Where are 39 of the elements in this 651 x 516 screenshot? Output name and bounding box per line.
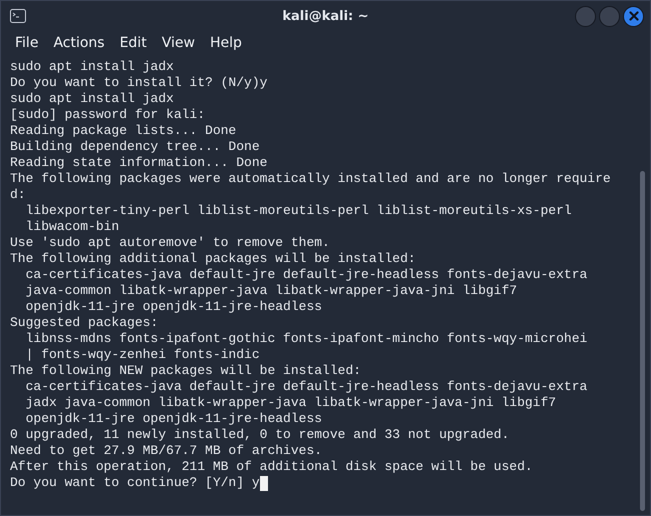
terminal-line: ca-certificates-java default-jre default-jre-headless fonts-dejavu-extra	[24, 267, 588, 283]
terminal-line: sudo apt install jadx	[10, 91, 175, 107]
menu-item[interactable]: File	[9, 35, 44, 51]
terminal-line: [sudo] password for kali:	[10, 107, 206, 123]
terminal-icon	[10, 9, 26, 23]
window-title: kali@kali: ~	[282, 8, 369, 24]
terminal-line: Need to get 27.9 MB/67.7 MB of archives.	[10, 443, 324, 459]
terminal-line: libnss-mdns fonts-ipafont-gothic fonts-ipafont-mincho fonts-wqy-microhei	[24, 331, 588, 347]
close-button[interactable]	[623, 6, 644, 26]
terminal-line: ca-certificates-java default-jre default-jre-headless fonts-dejavu-extra	[24, 379, 588, 395]
terminal-line: Do you want to install it? (N/y)y	[10, 75, 268, 91]
terminal-line: | fonts-wqy-zenhei fonts-indic	[24, 347, 261, 363]
menu-item[interactable]: View	[156, 35, 201, 51]
scrollbar-thumb[interactable]	[640, 171, 645, 511]
terminal-line: Reading state information... Done	[10, 155, 268, 171]
terminal-line: Do you want to continue? [Y/n] y	[10, 475, 260, 491]
terminal-line: libexporter-tiny-perl liblist-moreutils-perl liblist-moreutils-xs-perl	[24, 203, 573, 219]
terminal-line: sudo apt install jadx	[10, 59, 175, 75]
terminal-line: Building dependency tree... Done	[10, 139, 261, 155]
terminal-line: After this operation, 211 MB of additional disk space will be used.	[10, 459, 534, 475]
terminal-line: java-common libatk-wrapper-java libatk-wrapper-java-jni libgif7	[24, 283, 518, 299]
close-icon	[628, 11, 638, 21]
terminal-line: d:	[10, 187, 27, 203]
terminal-line: Reading package lists... Done	[10, 123, 238, 139]
terminal-line: The following packages were automatically installed and are no longer require	[10, 171, 612, 187]
terminal-line: Suggested packages:	[10, 315, 160, 331]
menu-item[interactable]: Help	[204, 35, 248, 51]
menu-item[interactable]: Edit	[114, 35, 153, 51]
terminal-line: Use 'sudo apt autoremove' to remove them.	[10, 235, 331, 251]
minimize-button[interactable]	[575, 6, 596, 26]
terminal-line: jadx java-common libatk-wrapper-java libatk-wrapper-java-jni libgif7	[24, 395, 558, 411]
terminal-line: openjdk-11-jre openjdk-11-jre-headless	[24, 411, 324, 427]
menu-item[interactable]: Actions	[47, 35, 111, 51]
terminal-line: 0 upgraded, 11 newly installed, 0 to remove and 33 not upgraded.	[10, 427, 510, 443]
terminal-line: openjdk-11-jre openjdk-11-jre-headless	[24, 299, 324, 315]
terminal-line: The following additional packages will be installed:	[10, 251, 417, 267]
terminal-line: The following NEW packages will be installed:	[10, 363, 362, 379]
text-cursor	[260, 476, 268, 490]
terminal-line: libwacom-bin	[24, 219, 120, 235]
